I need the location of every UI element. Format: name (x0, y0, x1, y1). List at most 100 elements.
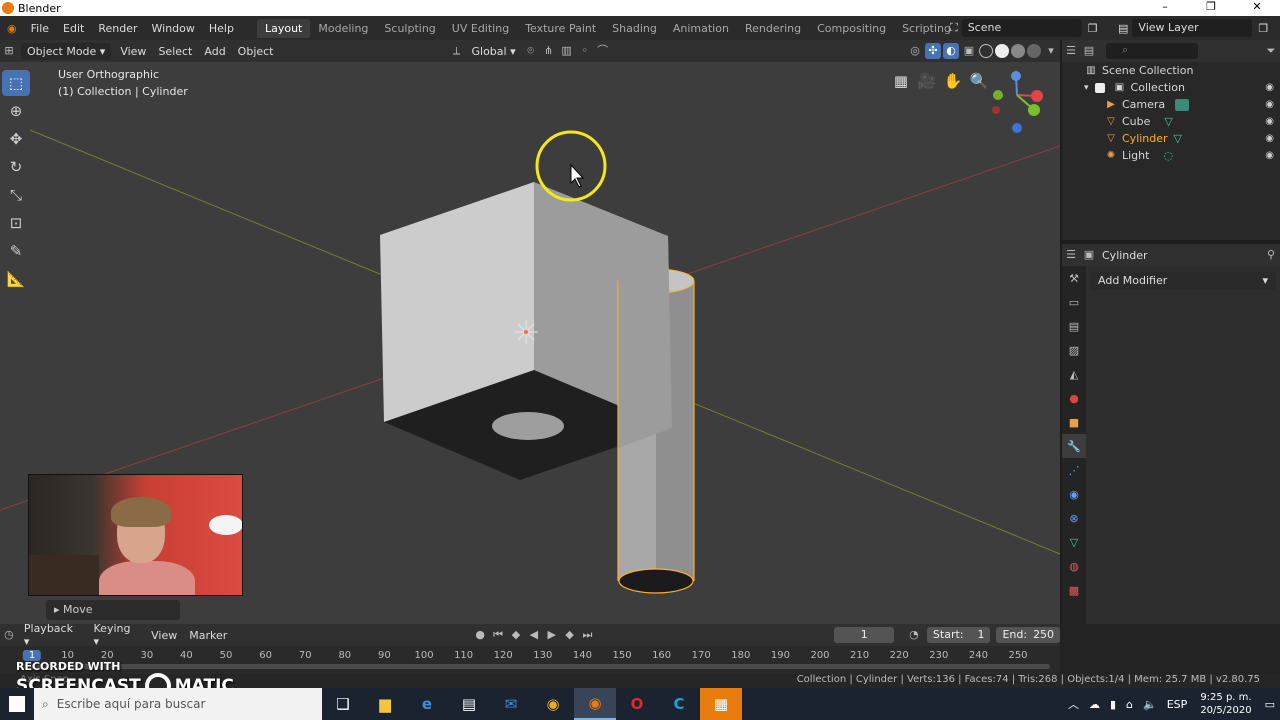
cursor-tool-icon[interactable]: ⊕ (2, 98, 30, 124)
outliner-item-camera[interactable]: ▶ Camera ◉ (1062, 96, 1280, 113)
3d-viewport[interactable]: User Orthographic (1) Collection | Cylin… (0, 62, 1060, 624)
annotate-tool-icon[interactable]: ✎ (2, 238, 30, 264)
menu-add[interactable]: Add (198, 43, 231, 60)
view-layer-selector[interactable]: ▤ View Layer ❐ (1118, 18, 1278, 38)
overlay-icon[interactable]: ◐ (943, 43, 959, 59)
view-layer-tab-icon[interactable]: ▨ (1062, 338, 1086, 362)
maximize-button[interactable]: ❐ (1188, 0, 1234, 16)
display-mode-icon[interactable]: ▤ (1081, 43, 1097, 59)
orientation-dropdown[interactable]: Global ▾ (466, 43, 522, 60)
render-tab-icon[interactable]: ▭ (1062, 290, 1086, 314)
store-icon[interactable]: ▤ (448, 688, 490, 720)
task-view-icon[interactable]: ❑ (322, 688, 364, 720)
material-tab-icon[interactable]: ◍ (1062, 554, 1086, 578)
outliner-item-cube[interactable]: ▽ Cube ▽ ◉ (1062, 113, 1280, 130)
timeline-editor-type-icon[interactable]: ◷ (1, 627, 17, 643)
properties-editor-type-icon[interactable]: ☰ (1063, 247, 1079, 263)
rendered-shading-icon[interactable] (1027, 44, 1041, 58)
battery-icon[interactable]: ▮ (1105, 698, 1121, 711)
outliner-item-cylinder[interactable]: ▽ Cylinder ▽ ◉ (1062, 130, 1280, 147)
visibility-icon[interactable]: ◎ (907, 43, 923, 59)
collapse-arrow-icon[interactable]: ▾ (1084, 83, 1089, 93)
pin-icon[interactable]: ⚲ (1263, 247, 1279, 263)
camera-view-icon[interactable]: 🎥 (914, 70, 940, 92)
zoom-icon[interactable]: 🔍 (966, 70, 992, 92)
file-explorer-icon[interactable]: ▆ (364, 688, 406, 720)
current-frame-field[interactable]: 1 (834, 627, 895, 643)
start-frame-field[interactable]: Start: 1 (926, 627, 991, 643)
eye-icon[interactable]: ◉ (1265, 133, 1274, 144)
play-reverse-icon[interactable]: ◀ (526, 627, 542, 643)
menu-render[interactable]: Render (91, 22, 144, 35)
next-keyframe-icon[interactable]: ◆ (562, 627, 578, 643)
filter-icon[interactable]: ⏷ (1263, 43, 1279, 59)
record-icon[interactable]: ● (472, 627, 488, 643)
minimize-button[interactable]: – (1142, 0, 1188, 16)
outliner-scene-collection[interactable]: ▥ Scene Collection (1062, 62, 1280, 79)
menu-select[interactable]: Select (152, 43, 198, 60)
tab-shading[interactable]: Shading (604, 19, 665, 38)
mail-icon[interactable]: ✉ (490, 688, 532, 720)
editor-type-icon[interactable]: ⊞ (1, 43, 17, 59)
particles-tab-icon[interactable]: ⋰ (1062, 458, 1086, 482)
outliner-editor-type-icon[interactable]: ☰ (1063, 43, 1079, 59)
tray-expand-icon[interactable]: ︿ (1063, 696, 1084, 712)
outliner-item-light[interactable]: ✺ Light ◌ ◉ (1062, 147, 1280, 164)
wireframe-shading-icon[interactable] (979, 44, 993, 58)
end-frame-field[interactable]: End: 250 (996, 627, 1061, 643)
tab-rendering[interactable]: Rendering (737, 19, 809, 38)
solid-shading-icon[interactable] (995, 44, 1009, 58)
network-icon[interactable]: ⌂ (1121, 698, 1138, 711)
menu-window[interactable]: Window (145, 22, 202, 35)
recording-app-icon[interactable]: ▦ (700, 688, 742, 720)
pivot-icon[interactable]: ⌾ (523, 43, 539, 59)
play-icon[interactable]: ▶ (544, 627, 560, 643)
edge-icon[interactable]: e (406, 688, 448, 720)
jump-end-icon[interactable]: ⏭ (580, 627, 596, 643)
close-button[interactable]: ✕ (1234, 0, 1280, 16)
menu-object[interactable]: Object (232, 43, 280, 60)
proportional-edit-icon[interactable]: ◦ (577, 43, 593, 59)
add-modifier-dropdown[interactable]: Add Modifier ▾ (1090, 272, 1276, 290)
notifications-icon[interactable]: ▭ (1260, 698, 1280, 711)
output-tab-icon[interactable]: ▤ (1062, 314, 1086, 338)
cloud-icon[interactable]: ☁ (1084, 698, 1105, 711)
eye-icon[interactable]: ◉ (1265, 82, 1274, 93)
tab-compositing[interactable]: Compositing (809, 19, 894, 38)
menu-help[interactable]: Help (202, 22, 241, 35)
last-operator-panel[interactable]: ▸ Move (46, 600, 180, 620)
eye-icon[interactable]: ◉ (1265, 116, 1274, 127)
blender-menu-icon[interactable]: ◉ (0, 22, 24, 35)
blender-taskbar-icon[interactable]: ◉ (574, 688, 616, 720)
texture-tab-icon[interactable]: ▩ (1062, 578, 1086, 602)
jump-start-icon[interactable]: ⏮ (490, 627, 506, 643)
tab-texture-paint[interactable]: Texture Paint (517, 19, 604, 38)
pan-hand-icon[interactable]: ✋ (940, 70, 966, 92)
prev-keyframe-icon[interactable]: ◆ (508, 627, 524, 643)
material-shading-icon[interactable] (1011, 44, 1025, 58)
snap-icon[interactable]: ⋔ (541, 43, 557, 59)
shading-options-icon[interactable]: ▾ (1043, 43, 1059, 59)
taskbar-search-input[interactable]: ⌕ Escribe aquí para buscar (34, 688, 322, 720)
eye-icon[interactable]: ◉ (1265, 150, 1274, 161)
tab-sculpting[interactable]: Sculpting (376, 19, 443, 38)
menu-edit[interactable]: Edit (56, 22, 91, 35)
start-button[interactable] (0, 688, 34, 720)
object-tab-icon[interactable]: ■ (1062, 410, 1086, 434)
chrome-icon[interactable]: ◉ (532, 688, 574, 720)
tool-tab-icon[interactable]: ⚒ (1062, 266, 1086, 290)
measure-tool-icon[interactable]: 📐 (2, 266, 30, 292)
view-layer-new-icon[interactable]: ❐ (1258, 22, 1268, 35)
tab-uv-editing[interactable]: UV Editing (444, 19, 517, 38)
xray-icon[interactable]: ▣ (961, 43, 977, 59)
eye-icon[interactable]: ◉ (1265, 99, 1274, 110)
constraints-tab-icon[interactable]: ⊗ (1062, 506, 1086, 530)
menu-marker[interactable]: Marker (183, 627, 233, 644)
data-tab-icon[interactable]: ▽ (1062, 530, 1086, 554)
select-box-tool-icon[interactable]: ⬚ (2, 70, 30, 96)
opera-icon[interactable]: O (616, 688, 658, 720)
menu-file[interactable]: File (24, 22, 56, 35)
world-tab-icon[interactable]: ● (1062, 386, 1086, 410)
scene-tab-icon[interactable]: ◭ (1062, 362, 1086, 386)
scene-name-field[interactable]: Scene (961, 19, 1082, 37)
